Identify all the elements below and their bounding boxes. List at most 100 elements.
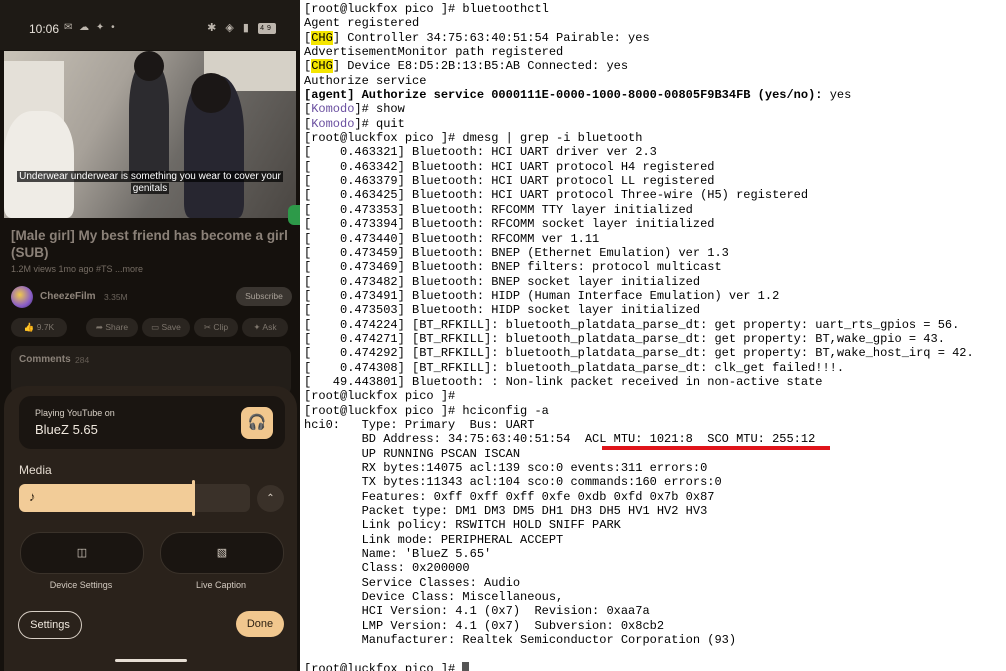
save-button[interactable]: ▭ Save <box>142 318 190 337</box>
comments-label: Comments <box>19 354 71 365</box>
terminal-line: RX bytes:14075 acl:139 sco:0 events:311 … <box>304 461 974 475</box>
comments-count: 284 <box>75 355 90 365</box>
battery-icon: 49 <box>258 22 276 34</box>
video-figure-head <box>191 73 231 113</box>
terminal-line: [CHG] Device E8:D5:2B:13:B5:AB Connected… <box>304 59 974 74</box>
terminal-line: Device Class: Miscellaneous, <box>304 590 974 604</box>
status-bar: 10:06 ✉ ☁ ✦ • ✱ ◈ ▮ 49 <box>0 0 300 50</box>
live-caption-tile[interactable]: ▧ <box>160 532 284 574</box>
terminal-text: [ 0.463425] Bluetooth: HCI UART protocol… <box>304 188 809 203</box>
terminal-text: [ 0.473491] Bluetooth: HIDP (Human Inter… <box>304 288 780 303</box>
terminal-line: HCI Version: 4.1 (0x7) Revision: 0xaa7a <box>304 604 974 618</box>
terminal-line: [CHG] Controller 34:75:63:40:51:54 Paira… <box>304 30 974 45</box>
terminal-line: [root@luckfox pico ]# hciconfig -a <box>304 404 974 418</box>
output-device-name: BlueZ 5.65 <box>35 422 98 437</box>
terminal-text: yes <box>829 88 852 103</box>
terminal-text: [root@luckfox pico ]# bluetoothctl <box>304 2 549 16</box>
video-player[interactable]: Underwear underwear is something you wea… <box>4 51 296 218</box>
terminal-line: [root@luckfox pico ]# <box>304 661 974 671</box>
video-figure <box>4 111 74 218</box>
chg-tag: CHG <box>311 59 333 74</box>
channel-avatar[interactable] <box>11 286 33 308</box>
video-meta[interactable]: 1.2M views 1mo ago #TS ...more <box>11 264 143 274</box>
terminal-text: [ 0.474271] [BT_RFKILL]: bluetooth_platd… <box>304 331 945 346</box>
terminal-line: Packet type: DM1 DM3 DM5 DH1 DH3 DH5 HV1… <box>304 504 974 518</box>
terminal-line: [Komodo]# show <box>304 102 974 116</box>
share-button[interactable]: ➦ Share <box>86 318 138 337</box>
media-volume-thumb[interactable] <box>192 480 195 516</box>
terminal-text: HCI Version: 4.1 (0x7) Revision: 0xaa7a <box>304 604 650 619</box>
terminal-line: TX bytes:11343 acl:104 sco:0 commands:16… <box>304 475 974 489</box>
terminal-text: [ 0.473394] Bluetooth: RFCOMM socket lay… <box>304 217 715 232</box>
terminal-line: [ 0.473459] Bluetooth: BNEP (Ethernet Em… <box>304 246 974 260</box>
prompt-name: Komodo <box>311 102 355 117</box>
terminal-text: [root@luckfox pico ]# dmesg | grep -i bl… <box>304 131 643 146</box>
live-caption-label: Live Caption <box>195 580 247 590</box>
terminal-text: ] Device E8:D5:2B:13:B5:AB Connected: ye… <box>332 59 629 74</box>
terminal-text: [ 0.473503] Bluetooth: HIDP socket layer… <box>304 303 701 318</box>
status-time: 10:06 <box>29 22 60 36</box>
terminal-line: AdvertisementMonitor path registered <box>304 45 974 59</box>
terminal-text: LMP Version: 4.1 (0x7) Subversion: 0x8cb… <box>304 618 665 633</box>
terminal-line: [ 0.463425] Bluetooth: HCI UART protocol… <box>304 188 974 202</box>
headphones-icon[interactable]: 🎧 <box>241 407 273 439</box>
clip-button[interactable]: ✂ Clip <box>194 318 238 337</box>
terminal-cursor <box>462 661 470 671</box>
device-settings-tile[interactable]: ◫ <box>20 532 144 574</box>
floating-badge-icon[interactable] <box>288 205 300 225</box>
terminal-window[interactable]: [root@luckfox pico ]# bluetoothctl Agent … <box>300 0 1006 671</box>
terminal-line: LMP Version: 4.1 (0x7) Subversion: 0x8cb… <box>304 619 974 633</box>
music-note-icon: ♪ <box>29 489 36 504</box>
terminal-line: Link mode: PERIPHERAL ACCEPT <box>304 533 974 547</box>
terminal-line: [agent] Authorize service 0000111E-0000-… <box>304 88 974 102</box>
terminal-line: Manufacturer: Realtek Semiconductor Corp… <box>304 633 974 647</box>
ask-button[interactable]: ✦ Ask <box>242 318 288 337</box>
done-button[interactable]: Done <box>236 611 284 637</box>
terminal-line: [root@luckfox pico ]# dmesg | grep -i bl… <box>304 131 974 145</box>
terminal-line: [ 0.474292] [BT_RFKILL]: bluetooth_platd… <box>304 346 974 360</box>
terminal-line: [ 0.474271] [BT_RFKILL]: bluetooth_platd… <box>304 332 974 346</box>
terminal-line: [ 0.473469] Bluetooth: BNEP filters: pro… <box>304 260 974 274</box>
terminal-text: [ 0.473440] Bluetooth: RFCOMM ver 1.11 <box>304 231 600 246</box>
terminal-text: UP RUNNING PSCAN ISCAN <box>304 446 521 461</box>
terminal-text: [ 0.473459] Bluetooth: BNEP (Ethernet Em… <box>304 245 729 260</box>
terminal-text: ]# quit <box>354 116 405 131</box>
video-title[interactable]: [Male girl] My best friend has become a … <box>11 227 291 261</box>
terminal-text: Packet type: DM1 DM3 DM5 DH1 DH3 DH5 HV1… <box>304 504 708 519</box>
terminal-line: [ 0.473482] Bluetooth: BNEP socket layer… <box>304 275 974 289</box>
terminal-text: AdvertisementMonitor path registered <box>304 45 564 60</box>
terminal-line: [root@luckfox pico ]# <box>304 389 974 403</box>
video-figure-head <box>134 51 164 81</box>
terminal-line: [root@luckfox pico ]# bluetoothctl <box>304 2 974 16</box>
terminal-output: [root@luckfox pico ]# bluetoothctl Agent … <box>304 2 974 671</box>
terminal-line: [ 0.473491] Bluetooth: HIDP (Human Inter… <box>304 289 974 303</box>
channel-subscribers: 3.35M <box>104 292 128 302</box>
settings-button[interactable]: Settings <box>18 611 82 639</box>
terminal-line: [ 49.443801] Bluetooth: : Non-link packe… <box>304 375 974 389</box>
terminal-line: Class: 0x200000 <box>304 561 974 575</box>
terminal-text: Link mode: PERIPHERAL ACCEPT <box>304 532 564 547</box>
terminal-text: TX bytes:11343 acl:104 sco:0 commands:16… <box>304 475 722 490</box>
terminal-text: [ 0.474224] [BT_RFKILL]: bluetooth_platd… <box>304 317 960 332</box>
terminal-text: [agent] Authorize service 0000111E-0000-… <box>304 88 830 103</box>
gesture-nav-bar[interactable] <box>115 659 187 662</box>
terminal-line: Features: 0xff 0xff 0xff 0xfe 0xdb 0xfd … <box>304 490 974 504</box>
video-caption: Underwear underwear is something you wea… <box>17 171 283 194</box>
terminal-line: Service Classes: Audio <box>304 576 974 590</box>
like-button[interactable]: 👍 9.7K <box>11 318 67 337</box>
playing-on-label: Playing YouTube on <box>35 408 115 418</box>
subscribe-button[interactable]: Subscribe <box>236 287 292 306</box>
terminal-line: Agent registered <box>304 16 974 30</box>
channel-name[interactable]: CheezeFilm <box>40 291 96 302</box>
terminal-line: Link policy: RSWITCH HOLD SNIFF PARK <box>304 518 974 532</box>
terminal-text: [root@luckfox pico ]# <box>304 389 456 404</box>
device-settings-icon: ◫ <box>76 547 88 559</box>
terminal-line: [ 0.474308] [BT_RFKILL]: bluetooth_platd… <box>304 361 974 375</box>
terminal-text: Service Classes: Audio <box>304 575 521 590</box>
chg-tag: CHG <box>311 30 333 45</box>
terminal-text: [ 0.463342] Bluetooth: HCI UART protocol… <box>304 159 715 174</box>
live-caption-off-icon: ▧ <box>216 547 228 559</box>
chevron-up-icon[interactable]: ⌃ <box>257 485 284 512</box>
terminal-line: BD Address: 34:75:63:40:51:54 ACL MTU: 1… <box>304 432 974 446</box>
system-icons: ✱ ◈ ▮ 49 <box>207 21 276 34</box>
